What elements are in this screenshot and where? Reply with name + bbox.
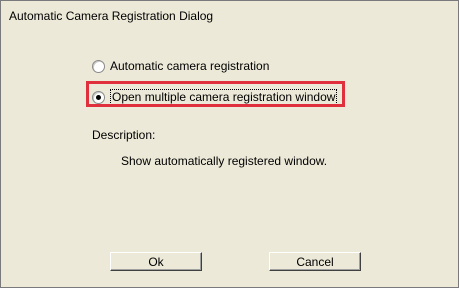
radio-automatic-registration-label[interactable]: Automatic camera registration [110, 59, 269, 73]
dialog-window: Automatic Camera Registration Dialog Aut… [0, 0, 459, 288]
ok-button[interactable]: Ok [110, 252, 202, 271]
description-text: Show automatically registered window. [121, 154, 328, 168]
radio-selected-icon[interactable] [92, 90, 105, 104]
radio-open-multiple-window-label[interactable]: Open multiple camera registration window [110, 89, 338, 105]
radio-open-multiple-window[interactable]: Open multiple camera registration window [92, 89, 338, 105]
cancel-button[interactable]: Cancel [269, 252, 361, 271]
radio-automatic-registration[interactable]: Automatic camera registration [92, 59, 269, 73]
description-label: Description: [92, 128, 156, 142]
radio-unselected-icon[interactable] [92, 59, 105, 73]
dialog-title: Automatic Camera Registration Dialog [9, 9, 214, 23]
